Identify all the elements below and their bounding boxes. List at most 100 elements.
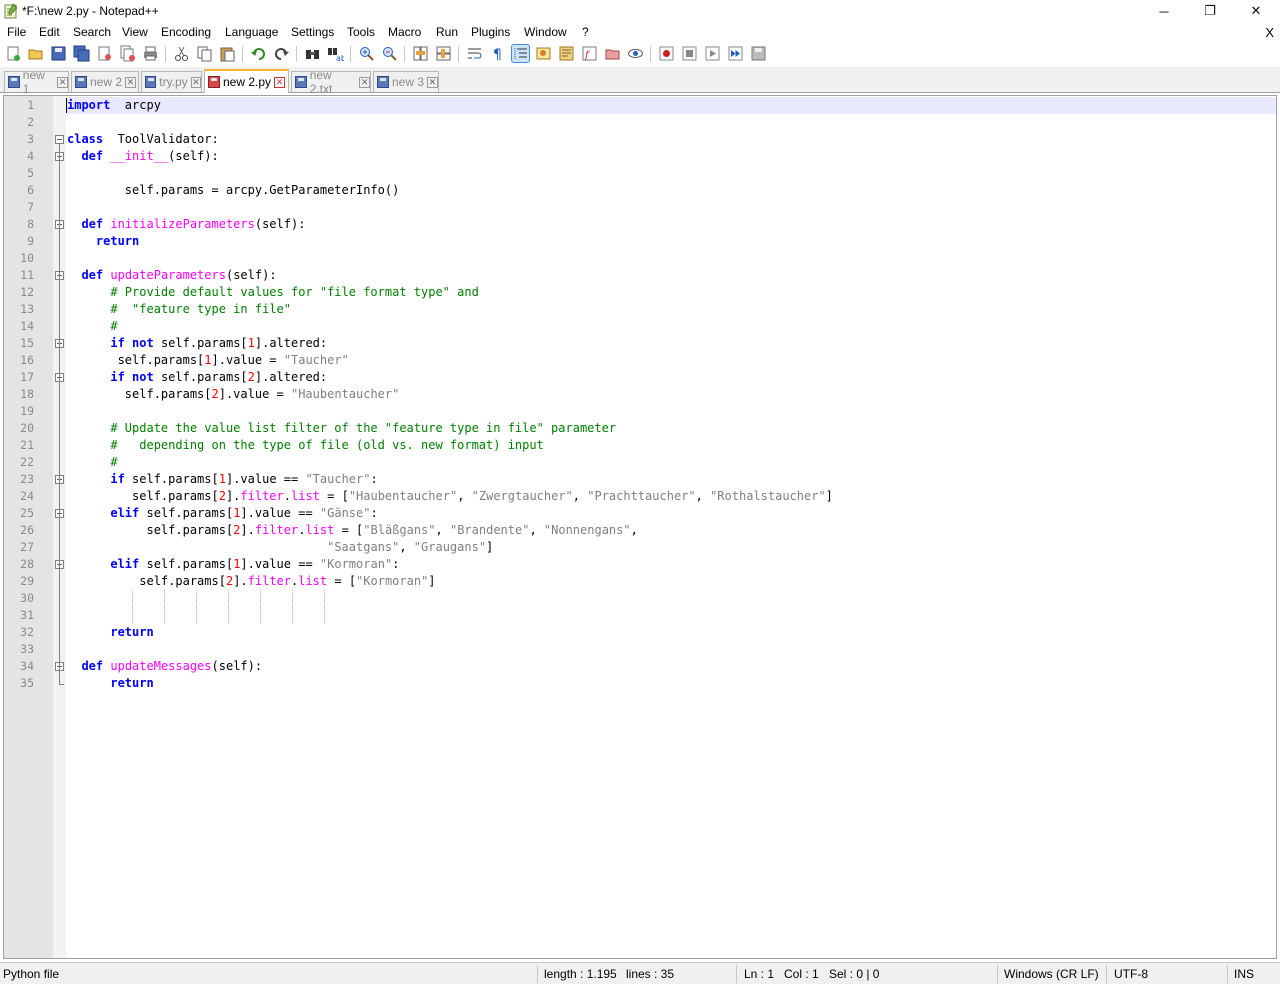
tab-new-1[interactable]: new 1 ✕ — [4, 68, 69, 96]
code-line[interactable]: self.params = arcpy.GetParameterInfo() — [67, 182, 400, 199]
tab-new-2[interactable]: new 2 ✕ — [71, 71, 139, 92]
code-line[interactable]: def __init__(self): — [67, 148, 218, 165]
word-wrap-button[interactable] — [466, 45, 483, 62]
menu-edit[interactable]: Edit — [39, 25, 60, 39]
menu-plugins[interactable]: Plugins — [471, 25, 510, 39]
print-button[interactable] — [142, 45, 159, 62]
cut-button[interactable] — [173, 45, 190, 62]
code-editor[interactable]: 1 2 3 4 5 6 7 8 9 10 11 12 13 14 15 16 17 18 19 20 21 22 23 24 2… — [3, 95, 1277, 959]
save-button[interactable] — [50, 45, 67, 62]
tab-close-icon[interactable]: ✕ — [57, 76, 68, 88]
tab-close-icon[interactable]: ✕ — [427, 76, 439, 88]
code-line[interactable]: def updateParameters(self): — [67, 267, 276, 284]
restore-button[interactable]: ❐ — [1187, 0, 1233, 22]
sync-horizontal-button[interactable] — [435, 45, 452, 62]
code-line[interactable]: elif self.params[1].value == "Gänse": — [67, 505, 377, 522]
code-line[interactable]: # — [67, 318, 117, 335]
menu-run[interactable]: Run — [436, 25, 458, 39]
code-line[interactable]: self.params[2].filter.list = ["Haubentau… — [67, 488, 833, 505]
code-token: (self): — [254, 217, 306, 231]
code-line[interactable]: if self.params[1].value == "Taucher": — [67, 471, 377, 488]
document-map-button[interactable] — [558, 45, 575, 62]
close-button-tb[interactable] — [96, 45, 113, 62]
tab-close-icon[interactable]: ✕ — [190, 76, 201, 88]
new-file-button[interactable] — [5, 45, 22, 62]
saved-file-icon — [377, 76, 389, 88]
show-all-characters-button[interactable]: ¶ — [489, 45, 506, 63]
replace-button[interactable]: ab — [327, 45, 346, 63]
close-button[interactable]: ✕ — [1233, 0, 1279, 22]
code-line[interactable]: import arcpy — [67, 97, 161, 114]
copy-button[interactable] — [196, 45, 213, 62]
menu-tools[interactable]: Tools — [347, 25, 375, 39]
menu-search[interactable]: Search — [73, 25, 111, 39]
tab-close-icon[interactable]: ✕ — [125, 76, 137, 88]
tab-close-icon[interactable]: ✕ — [274, 76, 286, 88]
code-line[interactable]: self.params[2].filter.list = ["Kormoran"… — [67, 573, 435, 590]
play-macro-button[interactable] — [704, 45, 721, 62]
run-macro-multiple-button[interactable] — [727, 45, 744, 62]
code-token: , — [457, 489, 472, 503]
code-area[interactable]: import arcpy class ToolValidator: def __i… — [66, 96, 1276, 958]
code-line[interactable]: def initializeParameters(self): — [67, 216, 305, 233]
code-line[interactable]: # — [67, 454, 117, 471]
save-all-button[interactable] — [73, 45, 90, 62]
zoom-out-button[interactable] — [381, 45, 398, 62]
menu-language[interactable]: Language — [225, 25, 278, 39]
sync-vertical-button[interactable] — [412, 45, 429, 62]
monitoring-button[interactable] — [627, 45, 644, 62]
close-document-button[interactable]: X — [1265, 25, 1274, 40]
code-line[interactable]: # Update the value list filter of the "f… — [67, 420, 616, 437]
find-button[interactable] — [304, 45, 321, 62]
line-number-margin: 1 2 3 4 5 6 7 8 9 10 11 12 13 14 15 16 17 18 19 20 21 22 23 24 2… — [4, 96, 53, 958]
code-line[interactable]: if not self.params[1].altered: — [67, 335, 327, 352]
menu-file[interactable]: File — [7, 25, 26, 39]
paste-button[interactable] — [219, 45, 236, 62]
menu-settings[interactable]: Settings — [291, 25, 334, 39]
tab-close-icon[interactable]: ✕ — [359, 76, 371, 88]
tab-new-3[interactable]: new 3 ✕ — [373, 71, 439, 92]
menu-view[interactable]: View — [122, 25, 148, 39]
folder-as-workspace-button[interactable] — [604, 45, 621, 62]
code-line[interactable]: class ToolValidator: — [67, 131, 219, 148]
code-token: ].value == — [240, 557, 320, 571]
code-line[interactable]: # Provide default values for "file forma… — [67, 284, 478, 301]
tab-try-py[interactable]: try.py ✕ — [141, 71, 202, 92]
user-defined-language-button[interactable] — [535, 45, 552, 62]
menu-help[interactable]: ? — [582, 25, 589, 39]
undo-button[interactable] — [250, 45, 267, 62]
minimize-button[interactable]: ─ — [1141, 0, 1187, 22]
status-encoding[interactable]: UTF-8 — [1114, 967, 1148, 981]
code-line[interactable]: return — [67, 233, 139, 250]
tab-new-2-py[interactable]: new 2.py ✕ — [204, 69, 289, 93]
zoom-in-button[interactable] — [358, 45, 375, 62]
open-file-button[interactable] — [27, 45, 44, 62]
function-list-button[interactable]: f — [581, 45, 598, 62]
code-line[interactable]: if not self.params[2].altered: — [67, 369, 327, 386]
redo-button[interactable] — [273, 45, 290, 62]
code-token: = [ — [319, 489, 349, 503]
code-line[interactable]: def updateMessages(self): — [67, 658, 262, 675]
fold-toggle-icon[interactable] — [55, 135, 64, 144]
menu-window[interactable]: Window — [524, 25, 567, 39]
status-eol[interactable]: Windows (CR LF) — [1004, 967, 1099, 981]
close-all-button[interactable] — [119, 45, 136, 62]
tab-new-2-txt[interactable]: new 2.txt ✕ — [291, 68, 371, 96]
menu-encoding[interactable]: Encoding — [161, 25, 211, 39]
indent-guide-button[interactable] — [511, 44, 530, 63]
code-line[interactable]: "Saatgans", "Graugans"] — [67, 539, 493, 556]
code-line[interactable]: # depending on the type of file (old vs.… — [67, 437, 543, 454]
tab-label: new 2 — [90, 75, 123, 89]
code-line[interactable]: return — [67, 675, 153, 692]
code-line[interactable]: self.params[2].filter.list = ["Bläßgans"… — [67, 522, 637, 539]
code-line[interactable]: return — [67, 624, 153, 641]
code-line[interactable]: self.params[1].value = "Taucher" — [67, 352, 349, 369]
save-macro-button[interactable] — [750, 45, 767, 62]
code-line[interactable]: elif self.params[1].value == "Kormoran": — [67, 556, 399, 573]
code-token: self.params[ — [139, 506, 234, 520]
record-macro-button[interactable] — [658, 45, 675, 62]
menu-macro[interactable]: Macro — [388, 25, 421, 39]
code-line[interactable]: # "feature type in file" — [67, 301, 291, 318]
code-line[interactable]: self.params[2].value = "Haubentaucher" — [67, 386, 400, 403]
stop-record-button[interactable] — [681, 45, 698, 62]
